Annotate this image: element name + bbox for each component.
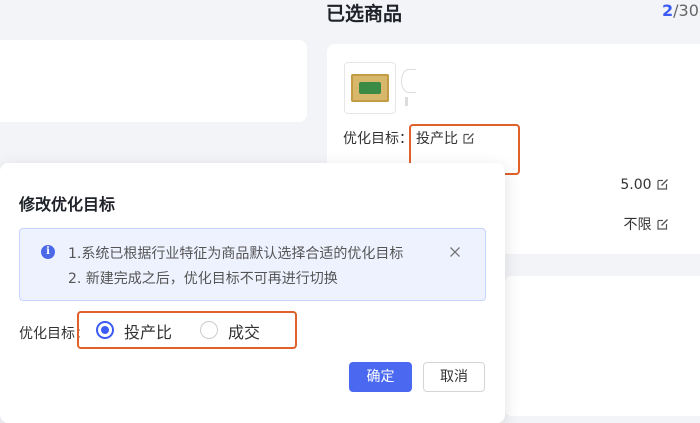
left-card <box>0 40 307 122</box>
selected-products-title: 已选商品 <box>326 3 403 25</box>
confirm-button[interactable]: 确定 <box>349 362 412 392</box>
alert-line-1: 1.系统已根据行业特征为商品默认选择合适的优化目标 <box>68 246 404 262</box>
info-icon: i <box>41 245 55 259</box>
product-subtitle-stub <box>405 97 408 106</box>
product-thumbnail[interactable] <box>344 62 396 114</box>
edit-icon[interactable] <box>656 177 670 191</box>
bid-row: 5.00 <box>620 177 670 193</box>
cancel-button[interactable]: 取消 <box>423 362 485 392</box>
selected-count-total: /30 <box>673 1 699 20</box>
bid-value: 5.00 <box>620 177 652 193</box>
info-alert <box>19 228 486 301</box>
selected-count: 2/30 <box>662 1 699 20</box>
edit-icon[interactable] <box>656 217 670 231</box>
close-icon[interactable] <box>447 244 463 260</box>
product-goal-label: 优化目标： <box>343 131 413 147</box>
modal-title: 修改优化目标 <box>19 195 116 214</box>
second-product-card <box>504 276 700 416</box>
product-image <box>351 74 389 102</box>
limit-row: 不限 <box>624 214 670 234</box>
radio-highlight-box <box>77 311 297 349</box>
selected-count-current: 2 <box>662 1 674 20</box>
product-title-stub <box>401 69 416 93</box>
limit-value: 不限 <box>623 217 652 233</box>
alert-line-2: 2. 新建完成之后，优化目标不可再进行切换 <box>68 271 338 287</box>
